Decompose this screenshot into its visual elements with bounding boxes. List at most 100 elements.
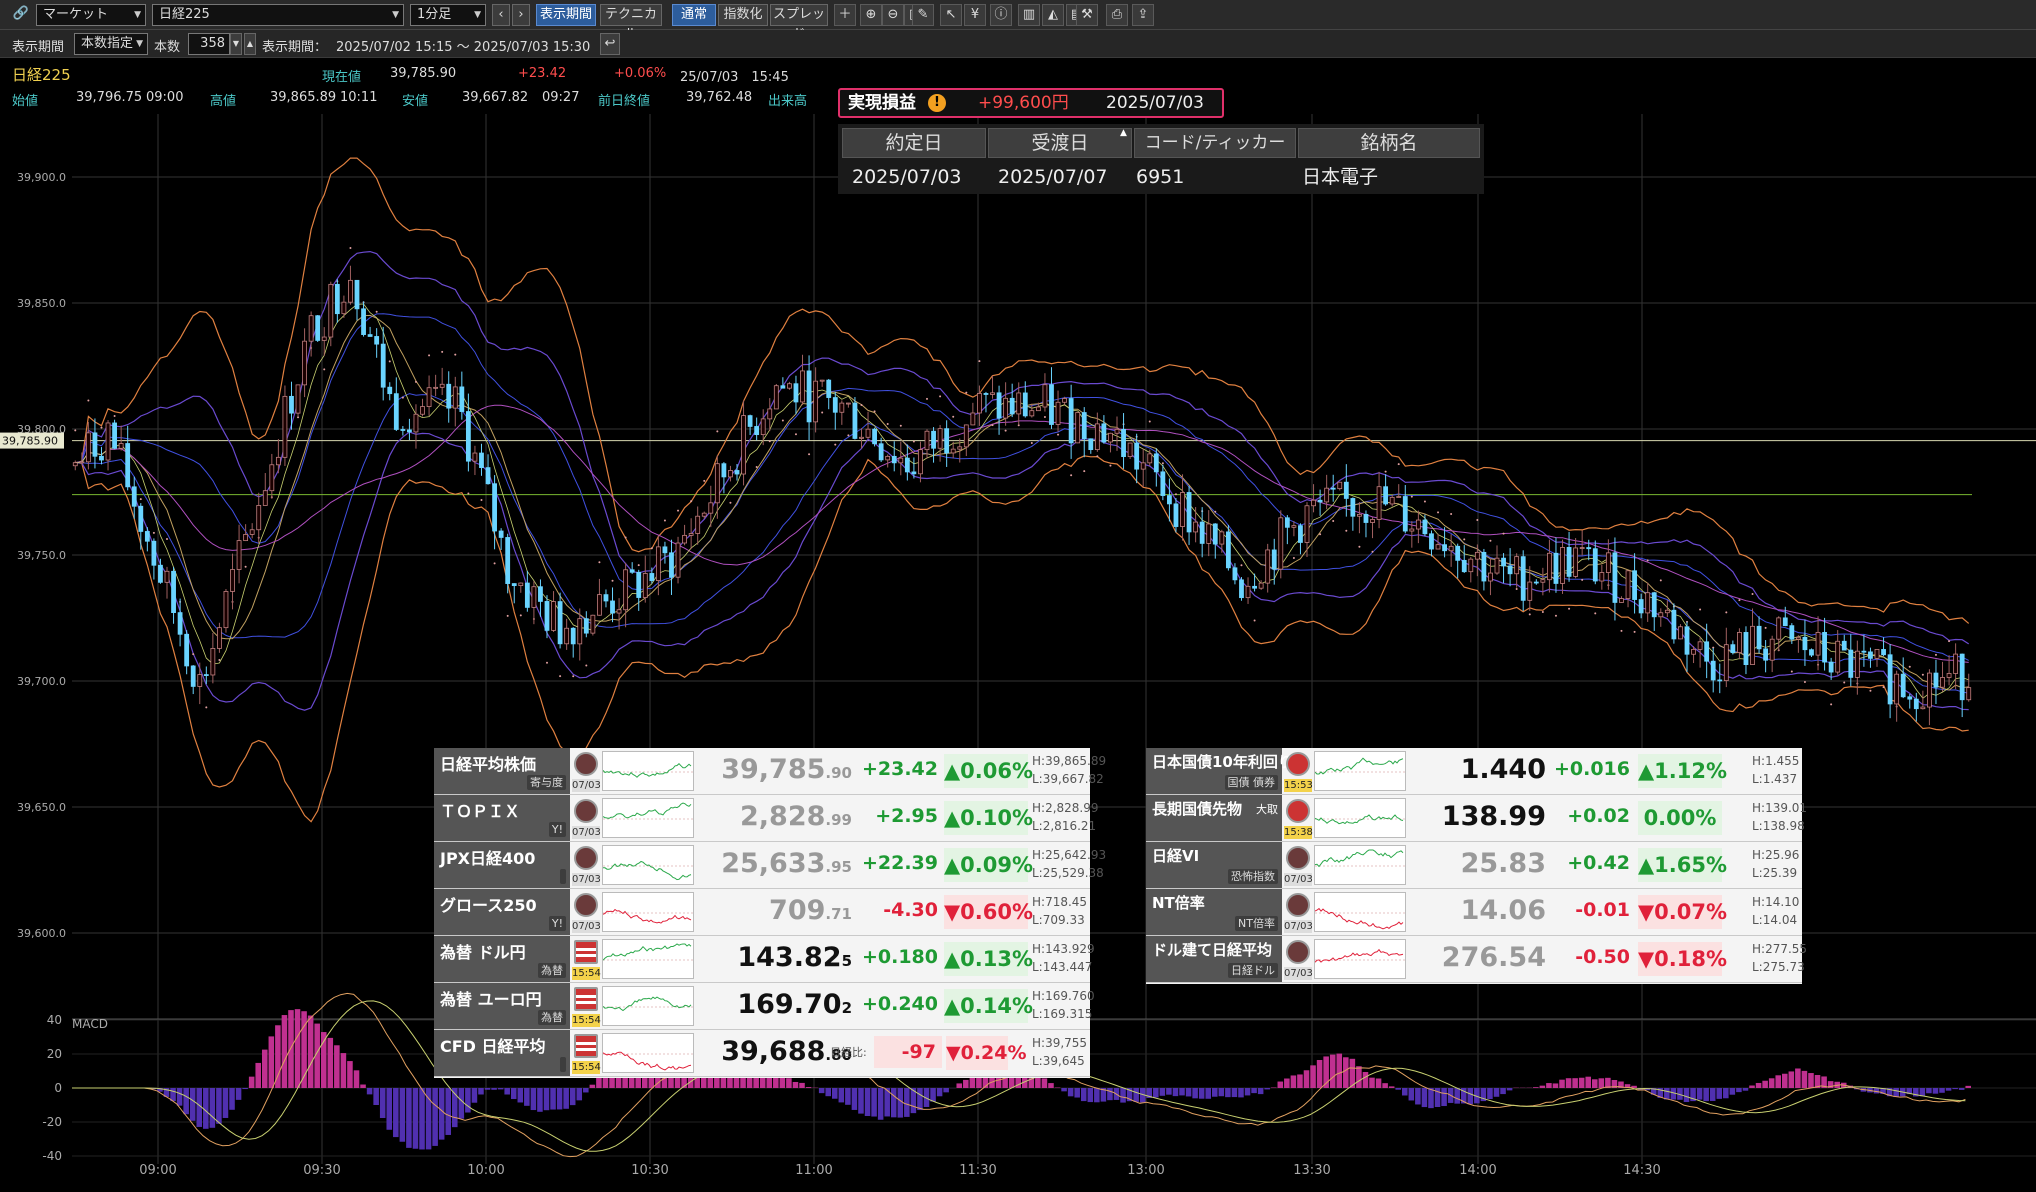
sparkline[interactable] bbox=[1314, 939, 1406, 979]
market-sub-tag[interactable] bbox=[560, 1057, 566, 1072]
sar-dot bbox=[1581, 578, 1584, 581]
market-sub-tag[interactable]: 恐怖指数 bbox=[1228, 869, 1278, 884]
candle-body bbox=[551, 601, 556, 631]
sparkline[interactable] bbox=[1314, 751, 1406, 791]
market-sub-tag[interactable]: 日経ドル bbox=[1228, 963, 1278, 978]
candle-body bbox=[636, 571, 642, 598]
sparkline[interactable] bbox=[1314, 798, 1406, 838]
market-row[interactable]: 為替 ユーロ円 為替 15:54 169.702 +0.240 ▲0.14% H:169.7… bbox=[434, 983, 1095, 1030]
sparkline[interactable] bbox=[602, 892, 694, 932]
period-button[interactable]: 表示期間 bbox=[536, 4, 596, 26]
sparkline[interactable] bbox=[1314, 845, 1406, 885]
candle-body bbox=[970, 412, 976, 426]
sar-dot bbox=[414, 380, 417, 383]
interval-select[interactable]: 1分足 ▼ bbox=[410, 4, 486, 26]
period-mode-select[interactable]: 本数指定 ▼ bbox=[74, 33, 148, 55]
market-row[interactable]: 長期国債先物 大取 15:38 138.99 +0.02 0.00% H:139.01 L:1… bbox=[1146, 795, 1807, 842]
link-icon[interactable]: 🔗 bbox=[10, 4, 32, 26]
symbol-select[interactable]: 日経225 ▼ bbox=[152, 4, 404, 26]
prev-button[interactable]: ‹ bbox=[492, 4, 510, 26]
candle-icon[interactable]: ▥ bbox=[1018, 4, 1040, 26]
macd-hist-bar bbox=[1939, 1088, 1945, 1093]
count-down-button[interactable]: ▼ bbox=[230, 33, 242, 55]
market-name-cell[interactable]: 日経平均株価 寄与度 bbox=[434, 748, 570, 794]
macd-hist-bar bbox=[209, 1088, 216, 1128]
crosshair-icon[interactable]: ＋ bbox=[834, 4, 856, 26]
normal-button[interactable]: 通常 bbox=[672, 4, 716, 26]
market-low: L:25.39 bbox=[1752, 866, 1798, 880]
export-icon[interactable]: ⇪ bbox=[1132, 4, 1154, 26]
market-name-cell[interactable]: 為替 ドル円 為替 bbox=[434, 936, 570, 982]
zoom-in-icon[interactable]: ⊕ bbox=[860, 4, 882, 26]
sparkline[interactable] bbox=[602, 1033, 694, 1073]
market-name-cell[interactable]: グロース250 Y! bbox=[434, 889, 570, 935]
market-row[interactable]: 日本国債10年利回り 国債 債券 15:53 1.440 +0.016 ▲1.12% H:1… bbox=[1146, 748, 1802, 795]
sparkline[interactable] bbox=[602, 986, 694, 1026]
count-input[interactable]: 358 bbox=[188, 33, 230, 55]
candle-body bbox=[1927, 672, 1932, 708]
candle-body bbox=[256, 505, 262, 531]
market-row[interactable]: ＴＯＰＩＸ Y! 07/03 2,828.99 +2.95 ▲0.10% H:2,828.9… bbox=[434, 795, 1099, 842]
candle-body bbox=[1913, 698, 1919, 710]
yen-icon[interactable]: ¥ bbox=[964, 4, 986, 26]
th-settle-date[interactable]: 受渡日 bbox=[988, 128, 1132, 158]
th-name[interactable]: 銘柄名 bbox=[1298, 128, 1480, 158]
market-value-int: 169.70 bbox=[737, 989, 842, 1020]
market-sub-tag[interactable]: 為替 bbox=[538, 1010, 566, 1025]
market-name-cell[interactable]: 日経VI 恐怖指数 bbox=[1146, 842, 1282, 888]
y-tick-label: 39,650.0 bbox=[17, 801, 66, 814]
print-icon[interactable]: ⎙ bbox=[1106, 4, 1128, 26]
market-name-cell[interactable]: JPX日経400 bbox=[434, 842, 570, 888]
zoom-out-icon[interactable]: ⊖ bbox=[882, 4, 904, 26]
sparkline[interactable] bbox=[602, 798, 694, 838]
market-row[interactable]: グロース250 Y! 07/03 709.71 -4.30 ▼0.60% H:718.45 L… bbox=[434, 889, 1090, 936]
current-label: 現在値 bbox=[322, 70, 362, 85]
market-name-cell[interactable]: ＴＯＰＩＸ Y! bbox=[434, 795, 570, 841]
market-row[interactable]: CFD 日経平均 15:54 39,688.80 日経比: -97 ▼0.24% H:39,… bbox=[434, 1030, 1090, 1077]
area-icon[interactable]: ◭ bbox=[1042, 4, 1064, 26]
sparkline[interactable] bbox=[602, 845, 694, 885]
pointer-icon[interactable]: ↖ bbox=[940, 4, 962, 26]
return-icon[interactable]: ↩ bbox=[600, 33, 620, 55]
market-sub-tag[interactable]: 国債 債券 bbox=[1224, 775, 1278, 790]
market-name-cell[interactable]: CFD 日経平均 bbox=[434, 1030, 570, 1076]
settings-wrench-icon[interactable]: ⚒ bbox=[1076, 4, 1098, 26]
market-sub-tag[interactable] bbox=[560, 869, 566, 884]
market-row[interactable]: JPX日経400 07/03 25,633.95 +22.39 ▲0.09% H:25,6… bbox=[434, 842, 1106, 889]
market-row[interactable]: 日経平均株価 寄与度 07/03 39,785.90 +23.42 ▲0.06% H:39,… bbox=[434, 748, 1106, 795]
market-row[interactable]: NT倍率 NT倍率 07/03 14.06 -0.01 ▼0.07% H:14.10 L:14… bbox=[1146, 889, 1802, 936]
market-name-cell[interactable]: NT倍率 NT倍率 bbox=[1146, 889, 1282, 935]
candle-body bbox=[1160, 471, 1166, 496]
market-name-cell[interactable]: ドル建て日経平均日経ドル bbox=[1146, 936, 1282, 982]
th-trade-date[interactable]: 約定日 bbox=[842, 128, 986, 158]
th-code[interactable]: コード/ティッカー bbox=[1134, 128, 1296, 158]
market-sub-tag[interactable]: NT倍率 bbox=[1235, 916, 1278, 931]
spread-button[interactable]: スプレッド bbox=[770, 4, 828, 42]
market-row[interactable]: 日経VI 恐怖指数 07/03 25.83 +0.42 ▲1.65% H:25.96 L:25… bbox=[1146, 842, 1802, 889]
market-name-cell[interactable]: 為替 ユーロ円 為替 bbox=[434, 983, 570, 1029]
macd-hist-bar bbox=[478, 1088, 484, 1095]
market-name-cell[interactable]: 日本国債10年利回り 国債 債券 bbox=[1146, 748, 1293, 794]
info-icon[interactable]: ⓘ bbox=[990, 4, 1012, 26]
candle-body bbox=[1094, 423, 1100, 451]
market-row[interactable]: ドル建て日経平均 日経ドル 07/03 276.54 -0.50 ▼0.18% H:277.… bbox=[1146, 936, 1807, 983]
index-button[interactable]: 指数化 bbox=[718, 4, 768, 26]
count-up-button[interactable]: ▲ bbox=[244, 33, 256, 55]
sparkline[interactable] bbox=[1314, 892, 1406, 932]
technical-button[interactable]: テクニカル bbox=[600, 4, 662, 42]
candle-body bbox=[1605, 552, 1611, 573]
market-name-cell[interactable]: 長期国債先物 大取 bbox=[1146, 795, 1282, 841]
market-sub-tag[interactable]: Y! bbox=[548, 916, 566, 931]
sparkline[interactable] bbox=[602, 751, 694, 791]
candle-body bbox=[1042, 384, 1048, 408]
market-sub-tag[interactable]: Y! bbox=[548, 822, 566, 837]
draw-pen-icon[interactable]: ✎ bbox=[912, 4, 934, 26]
market-sub-tag[interactable]: 為替 bbox=[538, 963, 566, 978]
market-row[interactable]: 為替 ドル円 為替 15:54 143.825 +0.180 ▲0.13% H:143.92… bbox=[434, 936, 1095, 983]
market-select[interactable]: マーケット ▼ bbox=[36, 4, 146, 26]
market-name: ドル建て日経平均 bbox=[1152, 941, 1273, 959]
sparkline[interactable] bbox=[602, 939, 694, 979]
candle-body bbox=[1330, 487, 1336, 490]
market-sub-tag[interactable]: 寄与度 bbox=[527, 775, 566, 790]
next-button[interactable]: › bbox=[512, 4, 530, 26]
